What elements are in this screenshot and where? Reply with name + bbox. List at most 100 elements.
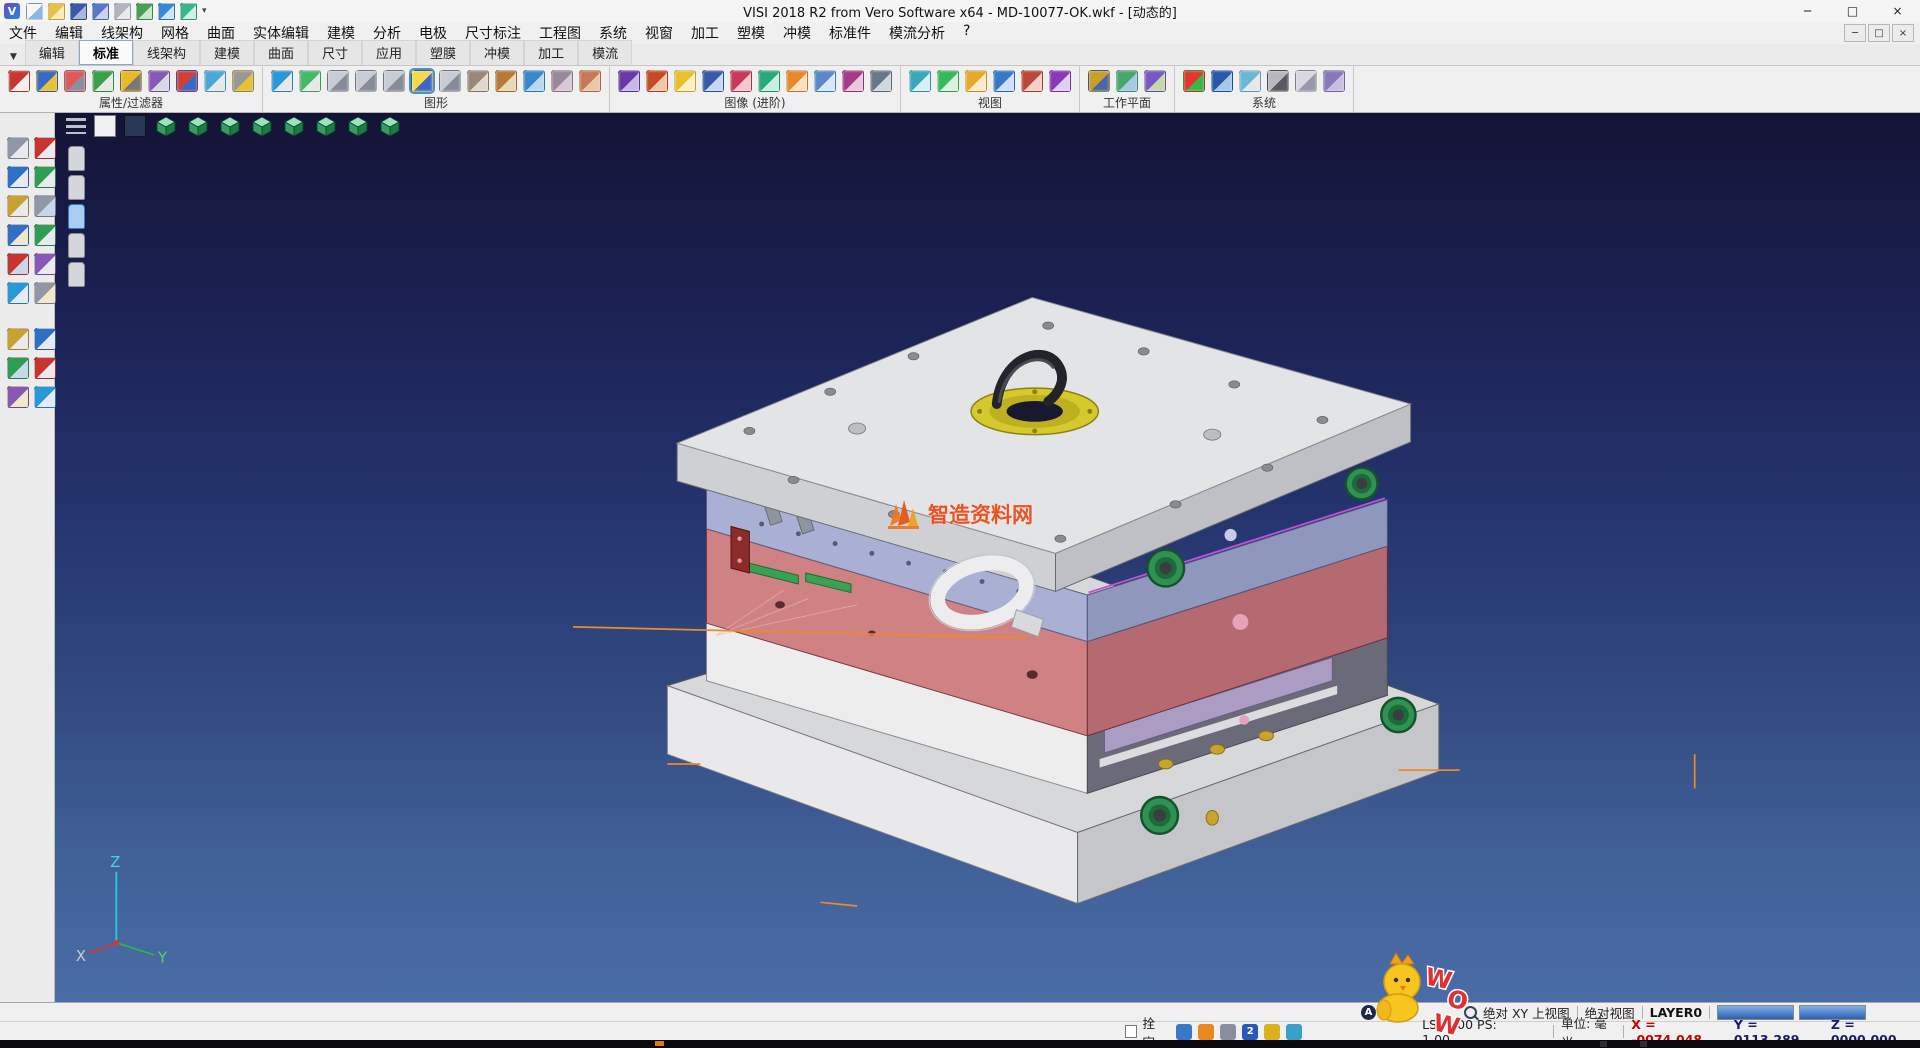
cylinder-icon-2[interactable] <box>355 70 377 92</box>
star-icon[interactable] <box>1264 1024 1280 1040</box>
filter-funnel-icon[interactable] <box>120 70 142 92</box>
annotate-icon[interactable] <box>786 70 808 92</box>
point-icon[interactable] <box>271 70 293 92</box>
cylinder-icon-4[interactable] <box>439 70 461 92</box>
close-button[interactable]: × <box>1875 0 1920 22</box>
camera-icon[interactable] <box>702 70 724 92</box>
tab-线架构[interactable]: 线架构 <box>133 40 200 65</box>
quick-access-caret-icon[interactable]: ▾ <box>202 6 207 16</box>
light-icon[interactable] <box>674 70 696 92</box>
front-view-icon[interactable] <box>124 115 146 137</box>
workspace-icon[interactable] <box>1323 70 1345 92</box>
tab-标准[interactable]: 标准 <box>79 40 133 65</box>
layer-grid-icon[interactable] <box>148 70 170 92</box>
menu-item-塑模[interactable]: 塑模 <box>728 23 774 43</box>
hatch-icon[interactable] <box>34 357 56 379</box>
viewport-canvas[interactable] <box>54 112 1920 1002</box>
canvas-tool-icon-5[interactable] <box>68 262 85 287</box>
screen-icon[interactable] <box>1211 70 1233 92</box>
extend-icon[interactable] <box>34 224 56 246</box>
maximize-button[interactable]: □ <box>1830 0 1875 22</box>
pan-icon[interactable] <box>965 70 987 92</box>
print-icon[interactable] <box>114 3 131 20</box>
select-icon[interactable] <box>7 137 29 159</box>
dimension-icon[interactable] <box>34 328 56 350</box>
cone-icon[interactable] <box>551 70 573 92</box>
settings-icon[interactable] <box>1239 70 1261 92</box>
canvas-tool-icon-1[interactable] <box>68 146 85 171</box>
canvas-tool-icon-2[interactable] <box>68 175 85 200</box>
move-icon[interactable] <box>7 166 29 188</box>
group-icon[interactable] <box>7 386 29 408</box>
attribute-pen-icon[interactable] <box>64 70 86 92</box>
help2-icon[interactable]: 2 <box>1242 1024 1258 1040</box>
mdi-close-button[interactable]: × <box>1892 24 1914 42</box>
menu-item-视窗[interactable]: 视窗 <box>636 23 682 43</box>
undo-icon[interactable] <box>158 3 175 20</box>
menu-item-模流分析[interactable]: 模流分析 <box>880 23 954 43</box>
measure-distance-icon[interactable] <box>7 328 29 350</box>
tab-dropdown-icon[interactable]: ▼ <box>0 52 25 65</box>
iso-cube-icon-8[interactable] <box>378 114 402 138</box>
canvas-tool-icon-4[interactable] <box>68 233 85 258</box>
line-icon[interactable] <box>299 70 321 92</box>
zoom-window-icon[interactable] <box>937 70 959 92</box>
os-taskbar[interactable] <box>0 1040 1920 1048</box>
workplane-3d-icon[interactable] <box>1144 70 1166 92</box>
section-icon[interactable] <box>730 70 752 92</box>
tab-塑膜[interactable]: 塑膜 <box>416 40 470 65</box>
trim-icon[interactable] <box>7 224 29 246</box>
explode-icon[interactable] <box>34 386 56 408</box>
scissors-icon[interactable] <box>34 137 56 159</box>
zoom-all-icon[interactable] <box>909 70 931 92</box>
lock-filter-icon[interactable] <box>232 70 254 92</box>
tab-加工[interactable]: 加工 <box>524 40 578 65</box>
tab-曲面[interactable]: 曲面 <box>254 40 308 65</box>
new-file-icon[interactable] <box>26 3 43 20</box>
filter-red-icon[interactable] <box>8 70 30 92</box>
taskbar-app-icon[interactable] <box>655 1041 664 1046</box>
pattern-icon[interactable] <box>34 282 56 304</box>
tab-模流[interactable]: 模流 <box>578 40 632 65</box>
tab-编辑[interactable]: 编辑 <box>25 40 79 65</box>
iso-cube-icon-2[interactable] <box>186 114 210 138</box>
monitor-icon[interactable] <box>1176 1024 1192 1040</box>
taskbar-tray-icon-1[interactable] <box>1600 1041 1607 1047</box>
minimize-button[interactable]: ─ <box>1785 0 1830 22</box>
iso-cube-icon-7[interactable] <box>346 114 370 138</box>
mesh-icon[interactable] <box>467 70 489 92</box>
animation-icon[interactable] <box>842 70 864 92</box>
cylinder-icon-1[interactable] <box>327 70 349 92</box>
menu-item-加工[interactable]: 加工 <box>682 23 728 43</box>
taskbar-tray-icon-2[interactable] <box>1640 1041 1647 1047</box>
save-all-icon[interactable] <box>92 3 109 20</box>
paw-icon[interactable] <box>1220 1024 1236 1040</box>
fillet-icon[interactable] <box>7 253 29 275</box>
tab-应用[interactable]: 应用 <box>362 40 416 65</box>
globe-icon[interactable] <box>1286 1024 1302 1040</box>
workplane-align-icon[interactable] <box>1116 70 1138 92</box>
canvas-tool-icon-3[interactable] <box>68 204 85 229</box>
shaded-mode-icon[interactable] <box>411 70 433 92</box>
render-icon[interactable] <box>618 70 640 92</box>
filter-layers-icon[interactable] <box>36 70 58 92</box>
measure-icon[interactable] <box>758 70 780 92</box>
snap-checkbox[interactable] <box>1125 1025 1137 1038</box>
plot-icon[interactable] <box>136 3 153 20</box>
attribute-brush-icon[interactable] <box>92 70 114 92</box>
workplane-xy-icon[interactable] <box>1088 70 1110 92</box>
offset-icon[interactable] <box>7 282 29 304</box>
refresh-view-icon[interactable] <box>1049 70 1071 92</box>
snapshot-icon[interactable] <box>814 70 836 92</box>
tab-建模[interactable]: 建模 <box>200 40 254 65</box>
visibility-icon[interactable] <box>204 70 226 92</box>
fox-icon[interactable] <box>1198 1024 1214 1040</box>
iso-cube-icon-5[interactable] <box>282 114 306 138</box>
compare-icon[interactable] <box>870 70 892 92</box>
texture-icon[interactable] <box>646 70 668 92</box>
tab-尺寸[interactable]: 尺寸 <box>308 40 362 65</box>
iso-cube-icon-6[interactable] <box>314 114 338 138</box>
mdi-restore-button[interactable]: □ <box>1868 24 1890 42</box>
tab-冲模[interactable]: 冲模 <box>470 40 524 65</box>
iso-cube-icon-1[interactable] <box>154 114 178 138</box>
